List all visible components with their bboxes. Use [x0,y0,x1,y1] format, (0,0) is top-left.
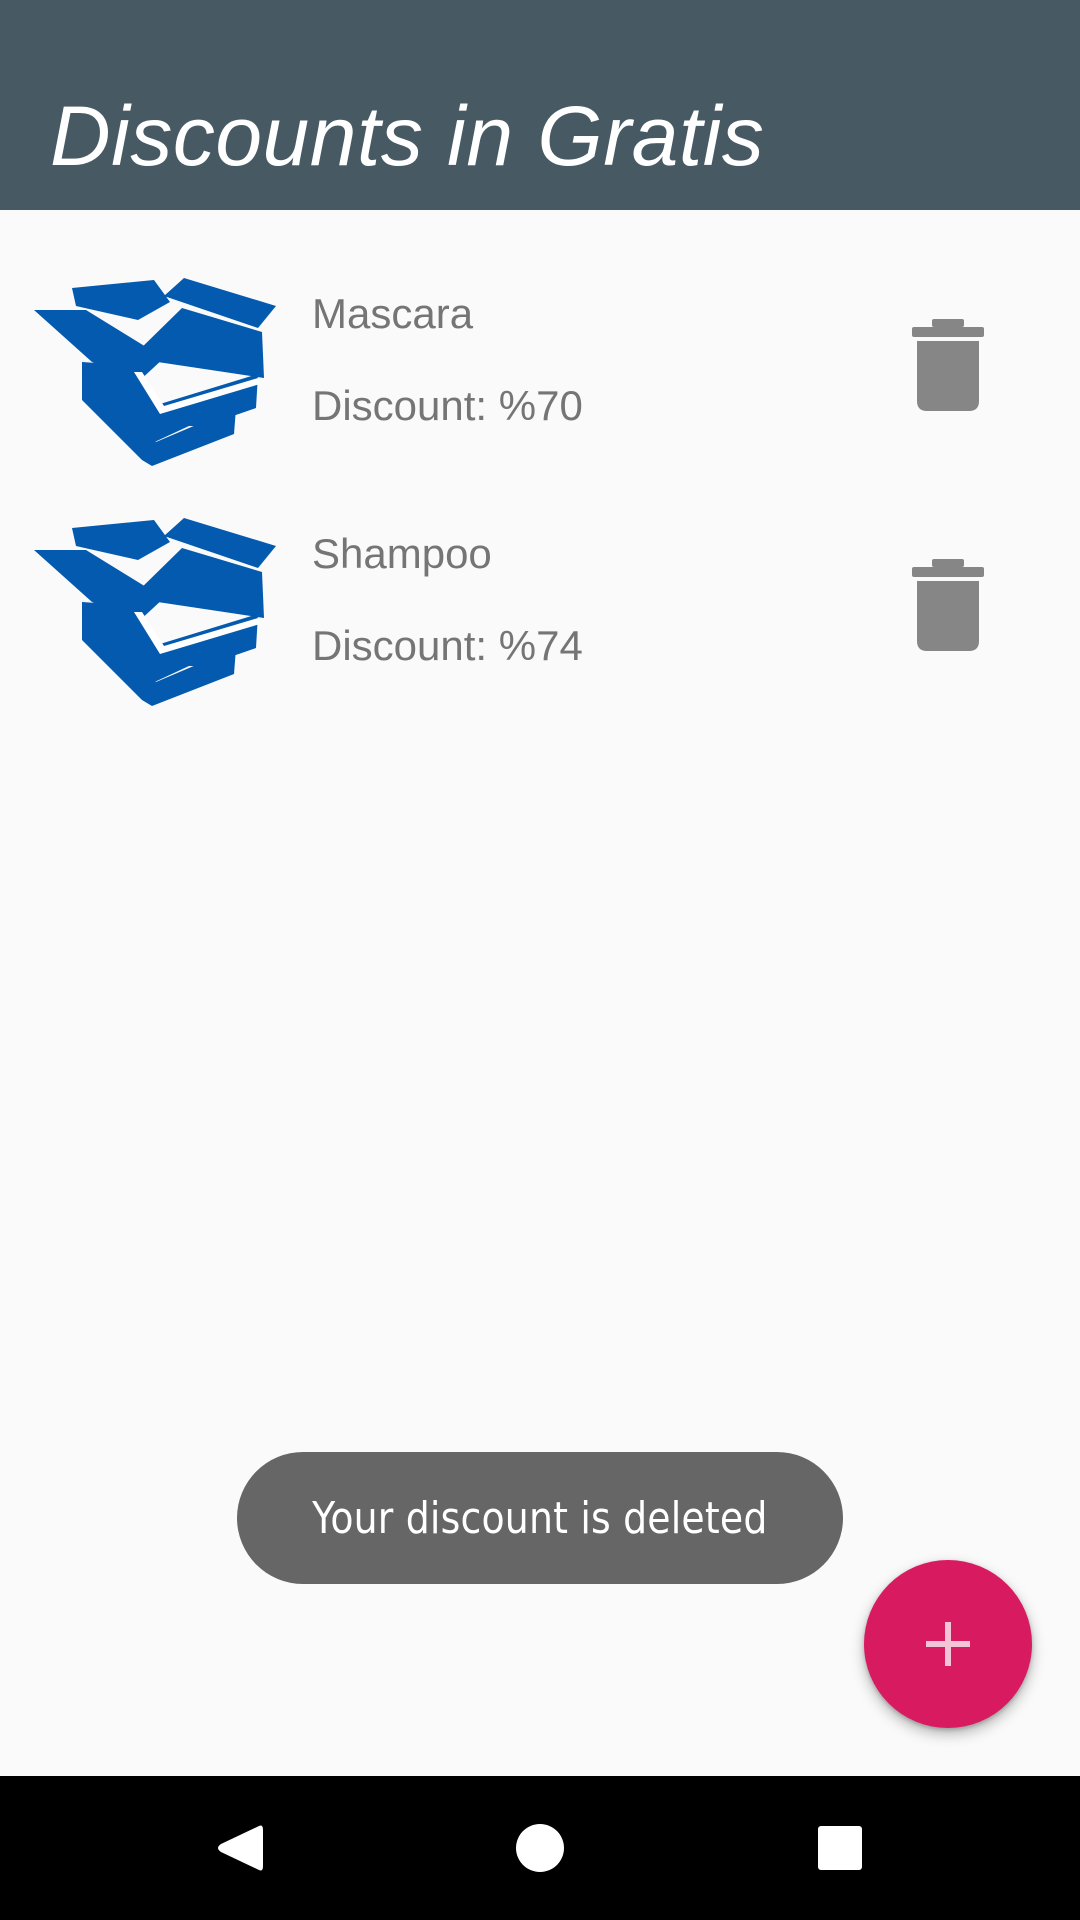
list-item[interactable]: Mascara Discount: %70 [0,210,1080,466]
plus-icon [926,1622,970,1666]
item-name: Shampoo [312,530,492,577]
list-item[interactable]: Shampoo Discount: %74 [0,450,1080,706]
add-discount-button[interactable] [864,1560,1032,1728]
screen: Discounts in Gratis Mascara Discount: %7… [0,0,1080,1920]
item-discount: Discount: %70 [312,382,583,429]
item-name: Mascara [312,290,474,337]
delete-button[interactable] [900,310,996,420]
toast-message: Your discount is deleted [312,1492,768,1544]
open-box-icon [34,518,276,706]
back-triangle-icon [218,1825,263,1871]
item-discount: Discount: %74 [312,622,583,669]
navigation-bar [0,1776,1080,1920]
home-circle-icon [516,1824,564,1872]
back-button[interactable] [160,1776,320,1920]
app-title: Discounts in Gratis [50,89,765,183]
recents-button[interactable] [760,1776,920,1920]
toast: Your discount is deleted [237,1452,843,1584]
recents-square-icon [818,1826,862,1870]
trash-icon [912,319,984,411]
delete-button[interactable] [900,550,996,660]
home-button[interactable] [460,1776,620,1920]
open-box-icon [34,278,276,466]
app-bar: Discounts in Gratis [0,0,1080,210]
trash-icon [912,559,984,651]
